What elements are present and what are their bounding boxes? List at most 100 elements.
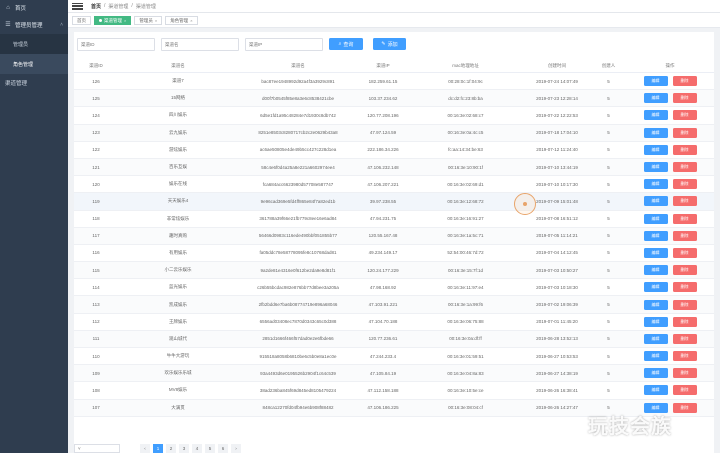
edit-button[interactable]: 编辑 bbox=[643, 316, 668, 327]
delete-button[interactable]: 删除 bbox=[672, 110, 697, 121]
delete-button[interactable]: 删除 bbox=[672, 385, 697, 396]
channel-ip-input[interactable] bbox=[245, 37, 323, 51]
edit-button[interactable]: 编辑 bbox=[643, 333, 668, 344]
channel-hash-cell: 9a2de81e4316e0f612be2da9e8d81f1 bbox=[260, 267, 336, 273]
delete-button[interactable]: 删除 bbox=[672, 93, 697, 104]
search-button[interactable]: ⌕ 查询 bbox=[329, 38, 363, 50]
row-actions: 编辑 删除 bbox=[626, 385, 714, 396]
channel-id-cell: 116 bbox=[92, 250, 100, 256]
mac-address-cell: 00:16:3e:01:59:51 bbox=[447, 353, 484, 359]
delete-button[interactable]: 删除 bbox=[672, 351, 697, 362]
delete-button[interactable]: 删除 bbox=[672, 144, 697, 155]
channel-ip-cell: 49.234.149.17 bbox=[368, 250, 398, 256]
edit-button[interactable]: 编辑 bbox=[643, 179, 668, 190]
delete-button[interactable]: 删除 bbox=[672, 213, 697, 224]
tab-roles[interactable]: 角色管理 × bbox=[165, 15, 198, 25]
delete-button[interactable]: 删除 bbox=[672, 402, 697, 413]
created-time-cell: 2019-07-23 12:28:14 bbox=[536, 95, 578, 101]
table-row: 125 15网络 d00f7b0545f85e8a3e6c8538421cbe 103… bbox=[74, 90, 714, 108]
delete-button[interactable]: 删除 bbox=[672, 162, 697, 173]
channel-ip-cell: 47.112.158.188 bbox=[367, 387, 399, 393]
sidebar-group-admin[interactable]: ☰ 管理员管理 ˄ bbox=[0, 16, 68, 34]
edit-button[interactable]: 编辑 bbox=[643, 144, 668, 155]
tab-admins[interactable]: 管理员 × bbox=[134, 15, 163, 25]
table-body: 126 渠道7 bac87ee1948992d92a4f3a3929c891 182.… bbox=[74, 73, 714, 417]
creator-cell: 5 bbox=[607, 284, 610, 290]
edit-button[interactable]: 编辑 bbox=[643, 351, 668, 362]
delete-button[interactable]: 删除 bbox=[672, 247, 697, 258]
edit-button[interactable]: 编辑 bbox=[643, 247, 668, 258]
page-number-button[interactable]: 5 bbox=[205, 444, 215, 453]
creator-cell: 5 bbox=[607, 147, 610, 153]
edit-button[interactable]: 编辑 bbox=[643, 368, 668, 379]
delete-button[interactable]: 删除 bbox=[672, 196, 697, 207]
delete-button[interactable]: 删除 bbox=[672, 316, 697, 327]
tab-channel-management[interactable]: 渠道管理 × bbox=[94, 15, 132, 25]
edit-button[interactable]: 编辑 bbox=[643, 230, 668, 241]
channel-ip-cell: 182.259.61.15 bbox=[368, 78, 398, 84]
delete-button[interactable]: 删除 bbox=[672, 76, 697, 87]
edit-button[interactable]: 编辑 bbox=[643, 385, 668, 396]
edit-button[interactable]: 编辑 bbox=[643, 110, 668, 121]
edit-button[interactable]: 编辑 bbox=[643, 299, 668, 310]
hamburger-menu-icon[interactable] bbox=[72, 2, 83, 10]
page-size-select[interactable]: ˅ bbox=[74, 444, 120, 453]
row-actions: 编辑 删除 bbox=[626, 179, 714, 190]
channel-name-cell: 娱乐在线 bbox=[169, 181, 187, 187]
table-row: 108 MV8娱乐 38ad236ba845f69d845ed8105479224 4… bbox=[74, 382, 714, 400]
delete-button[interactable]: 删除 bbox=[672, 230, 697, 241]
row-actions: 编辑 删除 bbox=[626, 282, 714, 293]
creator-cell: 5 bbox=[607, 267, 610, 273]
close-icon[interactable]: × bbox=[190, 17, 192, 24]
close-icon[interactable]: × bbox=[155, 17, 157, 24]
close-icon[interactable]: × bbox=[124, 17, 126, 24]
home-icon: ⌂ bbox=[6, 4, 10, 11]
tab-home[interactable]: 首页 bbox=[72, 15, 91, 25]
edit-button[interactable]: 编辑 bbox=[643, 76, 668, 87]
edit-button[interactable]: 编辑 bbox=[643, 162, 668, 173]
chevron-down-icon: ˅ bbox=[78, 446, 81, 451]
delete-button[interactable]: 删除 bbox=[672, 282, 697, 293]
table-row: 124 四川娱乐 6d5e1fd1a95c48284e7d1930c8db742 12… bbox=[74, 107, 714, 125]
delete-button[interactable]: 删除 bbox=[672, 299, 697, 310]
edit-button[interactable]: 编辑 bbox=[643, 213, 668, 224]
created-time-cell: 2019-07-10 13:44:19 bbox=[536, 164, 578, 170]
channel-ip-cell: 47.106.232.148 bbox=[367, 164, 399, 170]
edit-button[interactable]: 编辑 bbox=[643, 127, 668, 138]
created-time-cell: 2019-07-08 16:51:12 bbox=[536, 216, 578, 222]
page-number-button[interactable]: 6 bbox=[218, 444, 228, 453]
row-actions: 编辑 删除 bbox=[626, 76, 714, 87]
breadcrumb-item[interactable]: 渠道管理 bbox=[108, 3, 128, 10]
channel-name-cell: 欢乐娱乐乐城 bbox=[164, 370, 192, 376]
page-number-button[interactable]: 3 bbox=[179, 444, 189, 453]
add-button[interactable]: ✎ 添加 bbox=[373, 38, 406, 50]
page-number-button[interactable]: 1 bbox=[153, 444, 163, 453]
page-number-button[interactable]: 4 bbox=[192, 444, 202, 453]
channel-id-input[interactable] bbox=[77, 37, 155, 51]
edit-button[interactable]: 编辑 bbox=[643, 93, 668, 104]
sidebar-item-roles[interactable]: 角色管理 bbox=[0, 54, 68, 74]
channel-ip-cell: 47.244.233.4 bbox=[369, 353, 397, 359]
table-row: 119 天天娱乐4 9e96cad369e5fd4ff865e84f7a82ed1b… bbox=[74, 193, 714, 211]
delete-button[interactable]: 删除 bbox=[672, 368, 697, 379]
sidebar-group-label: 管理员管理 bbox=[15, 23, 43, 29]
channel-id-cell: 110 bbox=[92, 353, 100, 359]
delete-button[interactable]: 删除 bbox=[672, 333, 697, 344]
sidebar-item-home[interactable]: ⌂ 首页 bbox=[0, 0, 68, 16]
channel-name-input[interactable] bbox=[161, 37, 239, 51]
sidebar-item-admins[interactable]: 管理员 bbox=[0, 34, 68, 54]
edit-button[interactable]: 编辑 bbox=[643, 282, 668, 293]
creator-cell: 5 bbox=[607, 198, 610, 204]
next-page-button[interactable]: › bbox=[231, 444, 241, 453]
delete-button[interactable]: 删除 bbox=[672, 179, 697, 190]
prev-page-button[interactable]: ‹ bbox=[140, 444, 150, 453]
delete-button[interactable]: 删除 bbox=[672, 127, 697, 138]
breadcrumb-item[interactable]: 首页 bbox=[91, 3, 101, 10]
edit-button[interactable]: 编辑 bbox=[643, 196, 668, 207]
delete-button[interactable]: 删除 bbox=[672, 265, 697, 276]
edit-button[interactable]: 编辑 bbox=[643, 265, 668, 276]
channel-hash-cell: 8251e8503c8280717cb2c2e0629b43a8 bbox=[258, 130, 338, 136]
sidebar-item-channels[interactable]: 渠道管理 bbox=[0, 74, 68, 92]
page-number-button[interactable]: 2 bbox=[166, 444, 176, 453]
channel-ip-cell: 120.55.167.48 bbox=[368, 233, 398, 239]
